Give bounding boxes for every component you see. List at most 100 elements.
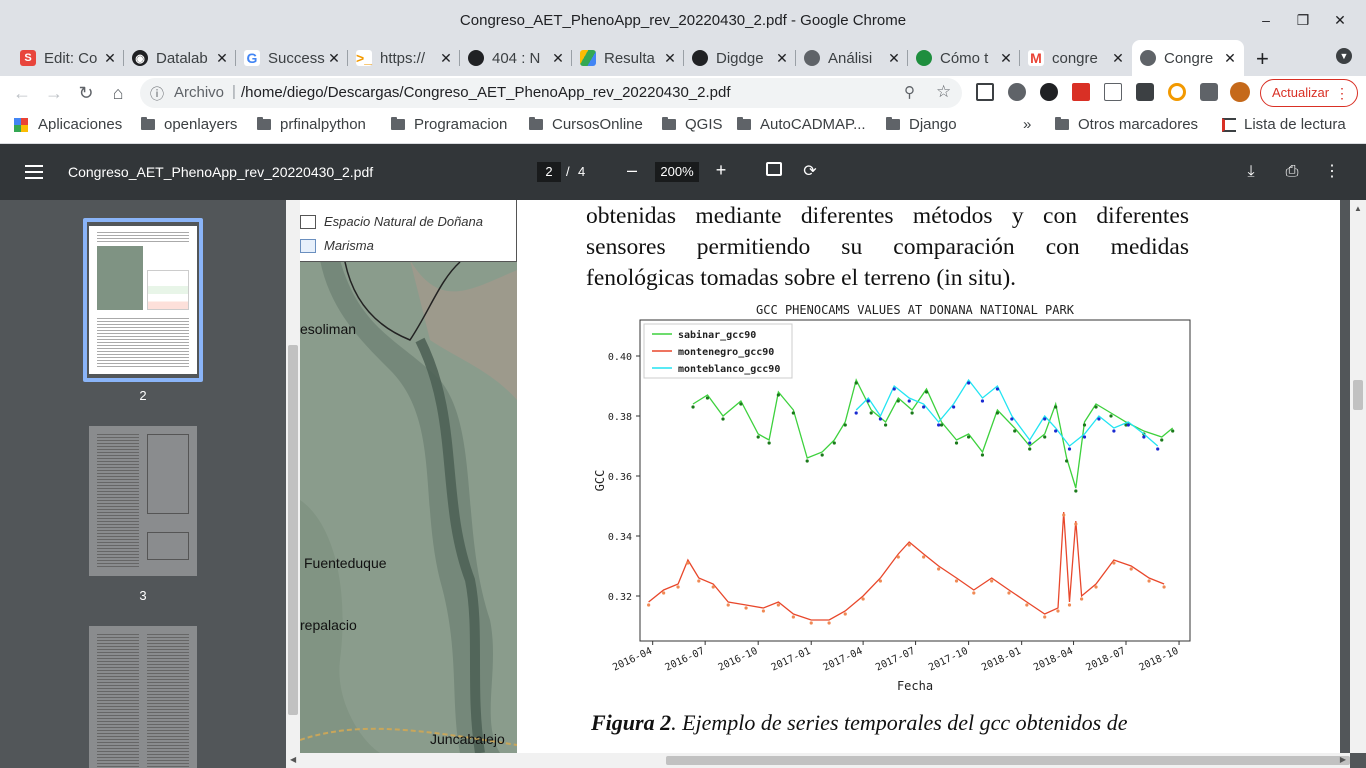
- omnibox[interactable]: ⓘ Archivo | /home/diego/Descargas/Congre…: [140, 78, 962, 108]
- bookmark-apps[interactable]: Aplicaciones: [14, 116, 122, 133]
- folder-icon: [391, 117, 405, 130]
- thumbnail-text: [97, 318, 189, 368]
- page-scrollbar[interactable]: ▲: [1350, 200, 1366, 753]
- sidebar-scroll-thumb[interactable]: [288, 345, 298, 715]
- download-icon[interactable]: ⤓: [1241, 162, 1261, 182]
- link-ext-icon[interactable]: [1168, 83, 1186, 101]
- bookmark-folder-cursosonline[interactable]: CursosOnline: [529, 116, 643, 133]
- tab-label: 404 : N: [492, 49, 541, 67]
- settings-ext-icon[interactable]: [1008, 83, 1026, 101]
- data-point: [1094, 405, 1098, 409]
- scroll-up-icon[interactable]: ▲: [1354, 204, 1362, 213]
- data-point: [924, 390, 929, 394]
- caption-figure-label: Figura 2: [591, 710, 672, 735]
- tab-8[interactable]: Cómo t ✕: [908, 42, 1020, 74]
- bookmark-folder-openlayers[interactable]: openlayers: [141, 116, 237, 133]
- minimize-icon[interactable]: –: [1256, 10, 1276, 30]
- document-ext-icon[interactable]: [1104, 83, 1122, 101]
- data-point: [827, 621, 831, 625]
- menu-icon[interactable]: [25, 165, 43, 179]
- page-scroll-thumb[interactable]: [1353, 380, 1363, 410]
- scroll-left-icon[interactable]: ◀: [290, 755, 296, 764]
- tab-close-icon[interactable]: ✕: [214, 50, 230, 67]
- avatar[interactable]: [1230, 82, 1250, 102]
- maximize-icon[interactable]: ❐: [1293, 10, 1313, 30]
- folder-icon: [737, 117, 751, 130]
- thumbnail-page-4[interactable]: [89, 626, 197, 768]
- tab-search-icon[interactable]: ▼: [1336, 48, 1352, 64]
- tab-close-icon[interactable]: ✕: [662, 50, 678, 67]
- tab-2[interactable]: G Success ✕: [236, 42, 348, 74]
- tab-5[interactable]: Resulta ✕: [572, 42, 684, 74]
- url-text[interactable]: /home/diego/Descargas/Congreso_AET_Pheno…: [241, 84, 731, 101]
- data-point: [854, 381, 858, 385]
- shield-ext-icon[interactable]: [1136, 83, 1154, 101]
- fit-page-icon[interactable]: [764, 162, 784, 182]
- more-options-icon[interactable]: ⋮: [1322, 162, 1342, 182]
- thumbnail-page-3[interactable]: [89, 426, 197, 576]
- tab-close-icon[interactable]: ✕: [886, 50, 902, 67]
- bookmark-label: prfinalpython: [280, 116, 366, 133]
- print-icon[interactable]: ⎙: [1282, 162, 1302, 182]
- tab-close-icon[interactable]: ✕: [774, 50, 790, 67]
- tab-9[interactable]: Mcongre ✕: [1020, 42, 1132, 74]
- bookmark-folder-qgis[interactable]: QGIS: [662, 116, 723, 133]
- back-icon[interactable]: ←: [11, 82, 33, 104]
- data-point: [647, 603, 651, 607]
- bookmark-folder-prfinalpython[interactable]: prfinalpython: [257, 116, 366, 133]
- tab-close-icon[interactable]: ✕: [998, 50, 1014, 67]
- y-axis-label: GCC: [593, 470, 607, 492]
- tab-1[interactable]: ◉ Datalab ✕: [124, 42, 236, 74]
- tab-0[interactable]: S Edit: Co ✕: [12, 42, 124, 74]
- data-point: [1013, 429, 1017, 433]
- thumbnail-number: 3: [139, 588, 147, 603]
- reading-list[interactable]: Lista de lectura: [1222, 116, 1346, 133]
- tab-10-active[interactable]: Congre ✕: [1132, 40, 1244, 76]
- pdf-ext-icon[interactable]: [1072, 83, 1090, 101]
- rotate-icon[interactable]: ⟳: [800, 162, 820, 182]
- tab-7[interactable]: Análisi ✕: [796, 42, 908, 74]
- tab-close-icon[interactable]: ✕: [1222, 50, 1238, 67]
- zoom-out-icon[interactable]: –: [622, 160, 642, 181]
- bookmark-folder-autocadmap[interactable]: AutoCADMAP...: [737, 116, 866, 133]
- info-icon[interactable]: ⓘ: [150, 84, 164, 104]
- tab-close-icon[interactable]: ✕: [102, 50, 118, 67]
- screenshot-icon[interactable]: [976, 83, 994, 101]
- bookmark-folder-programacion[interactable]: Programacion: [391, 116, 507, 133]
- close-window-icon[interactable]: ✕: [1330, 10, 1350, 30]
- zoom-icon[interactable]: ⚲: [904, 83, 915, 101]
- tab-label: Congre: [1164, 49, 1214, 67]
- home-icon[interactable]: ⌂: [107, 82, 129, 104]
- zoom-in-icon[interactable]: +: [711, 160, 731, 181]
- tab-close-icon[interactable]: ✕: [550, 50, 566, 67]
- horizontal-scroll-thumb[interactable]: [666, 756, 1350, 765]
- page-number-input[interactable]: 2: [537, 162, 561, 182]
- forward-icon[interactable]: →: [43, 82, 65, 104]
- horizontal-scrollbar[interactable]: ◀ ▶: [286, 753, 1350, 768]
- data-point: [954, 579, 959, 583]
- zoom-input[interactable]: 200%: [655, 162, 699, 182]
- tab-close-icon[interactable]: ✕: [1110, 50, 1126, 67]
- data-point: [1082, 423, 1087, 427]
- puzzle-icon[interactable]: [1200, 83, 1218, 101]
- tab-close-icon[interactable]: ✕: [326, 50, 342, 67]
- tab-close-icon[interactable]: ✕: [438, 50, 454, 67]
- data-point: [967, 381, 971, 385]
- bookmark-label: Aplicaciones: [38, 116, 123, 133]
- reload-icon[interactable]: ↻: [75, 82, 97, 104]
- bookmark-folder-django[interactable]: Django: [886, 116, 957, 133]
- bookmark-folder-otros[interactable]: Otros marcadores: [1055, 116, 1198, 133]
- thumbnail-page-2[interactable]: [89, 226, 197, 374]
- bookmarks-overflow[interactable]: »: [1023, 116, 1031, 133]
- scroll-right-icon[interactable]: ▶: [1340, 755, 1346, 764]
- legend-label: Marisma: [324, 238, 374, 253]
- tab-3[interactable]: >_ https:// ✕: [348, 42, 460, 74]
- new-tab-icon[interactable]: +: [1256, 46, 1269, 72]
- tab-6[interactable]: Digdge ✕: [684, 42, 796, 74]
- update-button[interactable]: Actualizar ⋮: [1260, 79, 1358, 107]
- y-tick-label: 0.32: [608, 592, 632, 603]
- ext-icon[interactable]: [1040, 83, 1058, 101]
- tab-4[interactable]: 404 : N ✕: [460, 42, 572, 74]
- bookmark-star-icon[interactable]: ☆: [936, 82, 951, 102]
- sidebar-scrollbar[interactable]: [286, 200, 300, 768]
